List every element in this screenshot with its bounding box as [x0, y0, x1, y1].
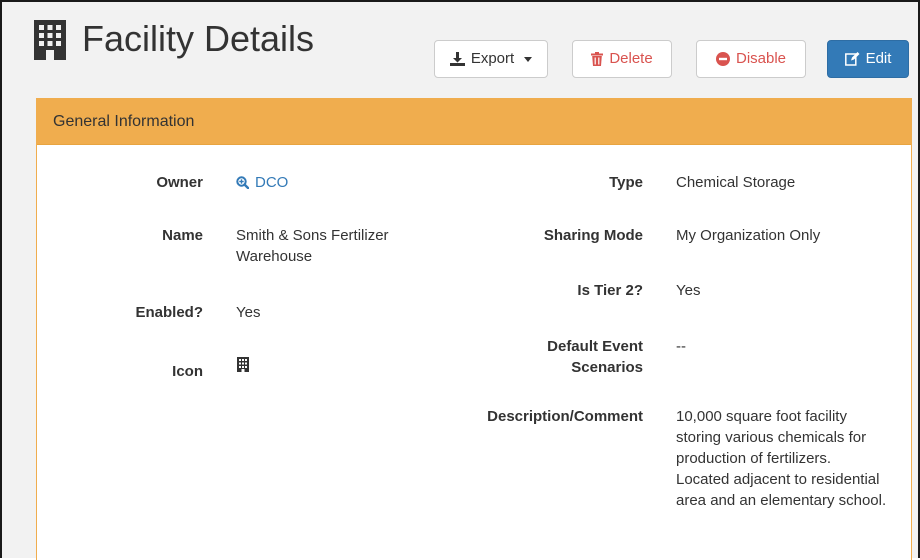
owner-link[interactable]: DCO [236, 172, 288, 193]
enabled-label: Enabled? [135, 304, 203, 321]
type-value: Chemical Storage [676, 174, 796, 191]
name-label: Name [162, 227, 203, 244]
zoom-in-icon [236, 176, 249, 189]
description-line-2: storing various chemicals for [676, 429, 867, 446]
page-title: Facility Details [82, 18, 315, 59]
trash-icon [591, 52, 604, 66]
enabled-value: Yes [236, 304, 261, 321]
name-value-line-2: Warehouse [236, 248, 313, 265]
tier2-value: Yes [676, 282, 701, 299]
sharing-mode-label: Sharing Mode [543, 227, 643, 244]
edit-label: Edit [865, 50, 892, 67]
default-event-value: -- [676, 338, 686, 355]
minus-circle-icon [715, 52, 730, 66]
download-icon [449, 52, 465, 66]
disable-label: Disable [735, 50, 787, 67]
page-frame: Facility Details Export Delete Disable E… [0, 0, 920, 560]
default-event-label-line-2: Scenarios [571, 359, 643, 376]
delete-button[interactable]: Delete [572, 40, 672, 78]
building-icon [34, 20, 66, 60]
sharing-mode-value: My Organization Only [676, 227, 821, 244]
default-event-label-line-1: Default Event [547, 338, 643, 355]
description-line-3: production of fertilizers. [676, 450, 832, 467]
building-icon [237, 357, 249, 372]
edit-button[interactable]: Edit [827, 40, 909, 78]
tier2-label: Is Tier 2? [577, 282, 643, 299]
type-label: Type [609, 174, 643, 191]
icon-label: Icon [172, 363, 203, 380]
general-information-panel: General Information Owner DCO Name Smith… [36, 98, 912, 560]
delete-label: Delete [609, 50, 653, 67]
export-label: Export [470, 50, 515, 67]
description-line-4: Located adjacent to residential [676, 471, 880, 488]
name-value-line-1: Smith & Sons Fertilizer [236, 227, 389, 244]
owner-value: DCO [255, 174, 289, 191]
description-line-5: area and an elementary school. [676, 492, 887, 509]
edit-icon [844, 52, 860, 66]
disable-button[interactable]: Disable [696, 40, 806, 78]
panel-heading: General Information [37, 99, 911, 145]
caret-down-icon [524, 56, 533, 62]
export-button[interactable]: Export [434, 40, 548, 78]
description-line-1: 10,000 square foot facility [676, 408, 847, 425]
owner-label: Owner [156, 174, 203, 191]
description-label: Description/Comment [487, 408, 643, 425]
